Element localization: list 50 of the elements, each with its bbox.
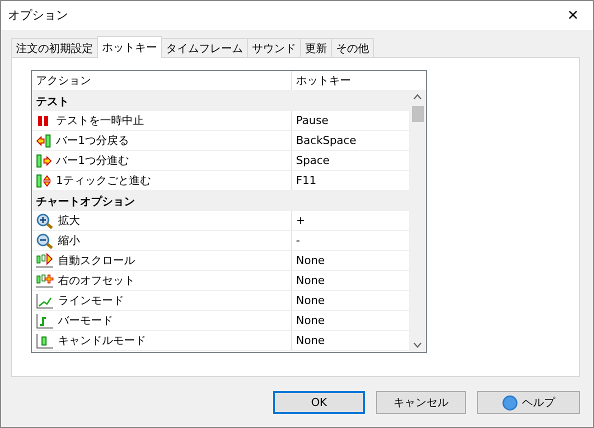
- action-label: 自動スクロール: [58, 253, 135, 268]
- line-chart-icon: [36, 292, 54, 308]
- scroll-up-icon[interactable]: [413, 94, 422, 100]
- tab[interactable]: その他: [331, 38, 374, 57]
- action-label: バーモード: [58, 313, 113, 328]
- hotkey-value: -: [295, 233, 301, 249]
- left-arrow-candle-icon: [36, 134, 52, 148]
- hotkey-value: None: [295, 273, 326, 289]
- ok-button[interactable]: OK: [273, 391, 365, 414]
- hotkey-value: None: [295, 333, 326, 349]
- hotkey-value: BackSpace: [295, 133, 358, 149]
- group-header: チャートオプション: [32, 191, 409, 211]
- hotkey-value: F11: [295, 173, 318, 189]
- hotkey-value: Space: [295, 153, 331, 169]
- column-header[interactable]: ホットキー: [292, 71, 409, 90]
- chart-offset-icon: [36, 272, 54, 288]
- scrollbar[interactable]: [409, 90, 426, 352]
- candle-chart-icon: [36, 332, 54, 348]
- hotkey-value: +: [295, 213, 306, 229]
- action-label: 拡大: [58, 213, 80, 228]
- action-label: テストを一時中止: [56, 113, 144, 128]
- help-button[interactable]: ヘルプ: [477, 391, 580, 414]
- hotkey-value: None: [295, 313, 326, 329]
- zoom-in-icon: [36, 212, 54, 228]
- scroll-down-icon[interactable]: [413, 342, 422, 348]
- scroll-thumb[interactable]: [412, 106, 424, 122]
- action-label: 縮小: [58, 233, 80, 248]
- close-button[interactable]: ✕: [553, 1, 593, 30]
- window-title: オプション: [7, 7, 68, 24]
- hotkey-value: Pause: [295, 113, 330, 129]
- candle-updown-icon: [36, 174, 52, 188]
- tab[interactable]: サウンド: [247, 38, 301, 57]
- zoom-out-icon: [36, 232, 54, 248]
- right-arrow-candle-icon: [36, 154, 52, 168]
- tab[interactable]: タイムフレーム: [161, 38, 248, 57]
- tab[interactable]: ホットキー: [97, 36, 162, 58]
- column-header[interactable]: アクション: [32, 71, 292, 90]
- hotkey-value: None: [295, 293, 326, 309]
- cancel-button[interactable]: キャンセル: [376, 391, 466, 414]
- tab[interactable]: 注文の初期設定: [11, 38, 98, 57]
- auto-scroll-icon: [36, 252, 54, 268]
- hotkey-value: None: [295, 253, 326, 269]
- action-label: 右のオフセット: [58, 273, 135, 288]
- action-label: 1ティックごと進む: [56, 173, 151, 188]
- action-label: キャンドルモード: [58, 333, 146, 348]
- action-label: バー1つ分進む: [56, 153, 129, 168]
- group-header: テスト: [32, 91, 409, 111]
- action-label: ラインモード: [58, 293, 124, 308]
- action-label: バー1つ分戻る: [56, 133, 129, 148]
- bar-chart-icon: [36, 312, 54, 328]
